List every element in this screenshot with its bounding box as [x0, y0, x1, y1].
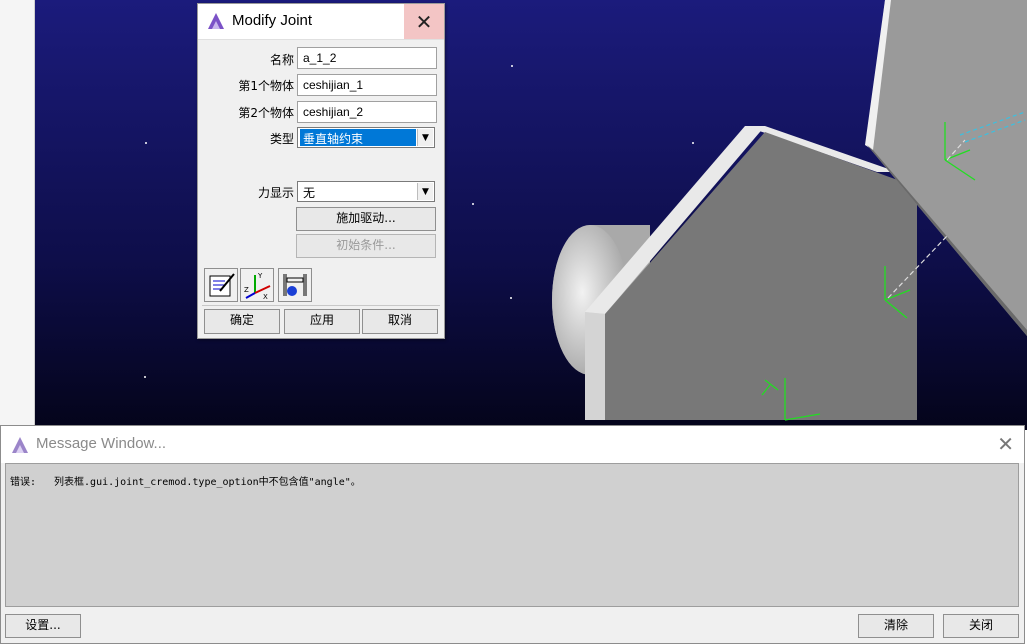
clear-button[interactable]: 清除: [858, 614, 934, 638]
body1-field[interactable]: ceshijian_1: [297, 74, 437, 96]
message-window: Message Window... ✕ 错误: 列表框.gui.joint_cre…: [0, 425, 1025, 644]
apply-button[interactable]: 应用: [284, 309, 360, 334]
type-label: 类型: [269, 132, 294, 146]
chevron-down-icon[interactable]: ▼: [417, 183, 433, 200]
settings-button[interactable]: 设置...: [5, 614, 81, 638]
dialog-close-button[interactable]: ✕: [404, 4, 444, 39]
type-selected-value: 垂直轴约束: [300, 129, 416, 146]
svg-text:X: X: [263, 293, 268, 301]
message-text: 列表框.gui.joint_cremod.type_option中不包含值"an…: [54, 477, 361, 488]
initial-conditions-button[interactable]: 初始条件...: [296, 234, 436, 258]
svg-text:Z: Z: [244, 286, 249, 294]
close-button[interactable]: 关闭: [943, 614, 1019, 638]
close-icon: ✕: [415, 9, 433, 34]
edit-properties-icon[interactable]: [204, 268, 238, 302]
name-field[interactable]: a_1_2: [297, 47, 437, 69]
left-panel-strip: [0, 0, 35, 430]
body2-label: 第2个物体: [238, 106, 294, 120]
apply-drive-button[interactable]: 施加驱动...: [296, 207, 436, 231]
app-logo-icon: [12, 437, 28, 453]
force-selected-value: 无: [303, 186, 316, 200]
dialog-titlebar[interactable]: Modify Joint ✕: [198, 4, 444, 40]
message-window-titlebar[interactable]: Message Window... ✕: [1, 426, 1024, 463]
graphics-viewport[interactable]: [0, 0, 1027, 430]
dialog-separator: [202, 305, 440, 306]
svg-text:Y: Y: [257, 272, 263, 280]
model-scene[interactable]: [35, 0, 1027, 430]
coordinate-axes-icon[interactable]: Y Z X: [240, 268, 274, 302]
message-window-title: Message Window...: [36, 435, 167, 452]
force-display-select[interactable]: 无 ▼: [297, 181, 435, 202]
ok-button[interactable]: 确定: [204, 309, 280, 334]
message-log[interactable]: 错误: 列表框.gui.joint_cremod.type_option中不包含值…: [5, 463, 1019, 607]
joint-constraint-icon[interactable]: [278, 268, 312, 302]
cancel-button[interactable]: 取消: [362, 309, 438, 334]
body2-field[interactable]: ceshijian_2: [297, 101, 437, 123]
close-icon[interactable]: ✕: [997, 432, 1014, 456]
body1-label: 第1个物体: [238, 79, 294, 93]
message-severity: 错误:: [10, 477, 37, 488]
name-label: 名称: [269, 53, 294, 67]
dialog-title: Modify Joint: [232, 12, 313, 29]
app-logo-icon: [208, 13, 224, 29]
modify-joint-dialog: Modify Joint ✕ 名称 a_1_2 第1个物体 ceshijian_…: [197, 3, 445, 339]
chevron-down-icon[interactable]: ▼: [417, 129, 433, 146]
type-select[interactable]: 垂直轴约束 ▼: [297, 127, 435, 148]
force-display-label: 力显示: [257, 186, 294, 200]
